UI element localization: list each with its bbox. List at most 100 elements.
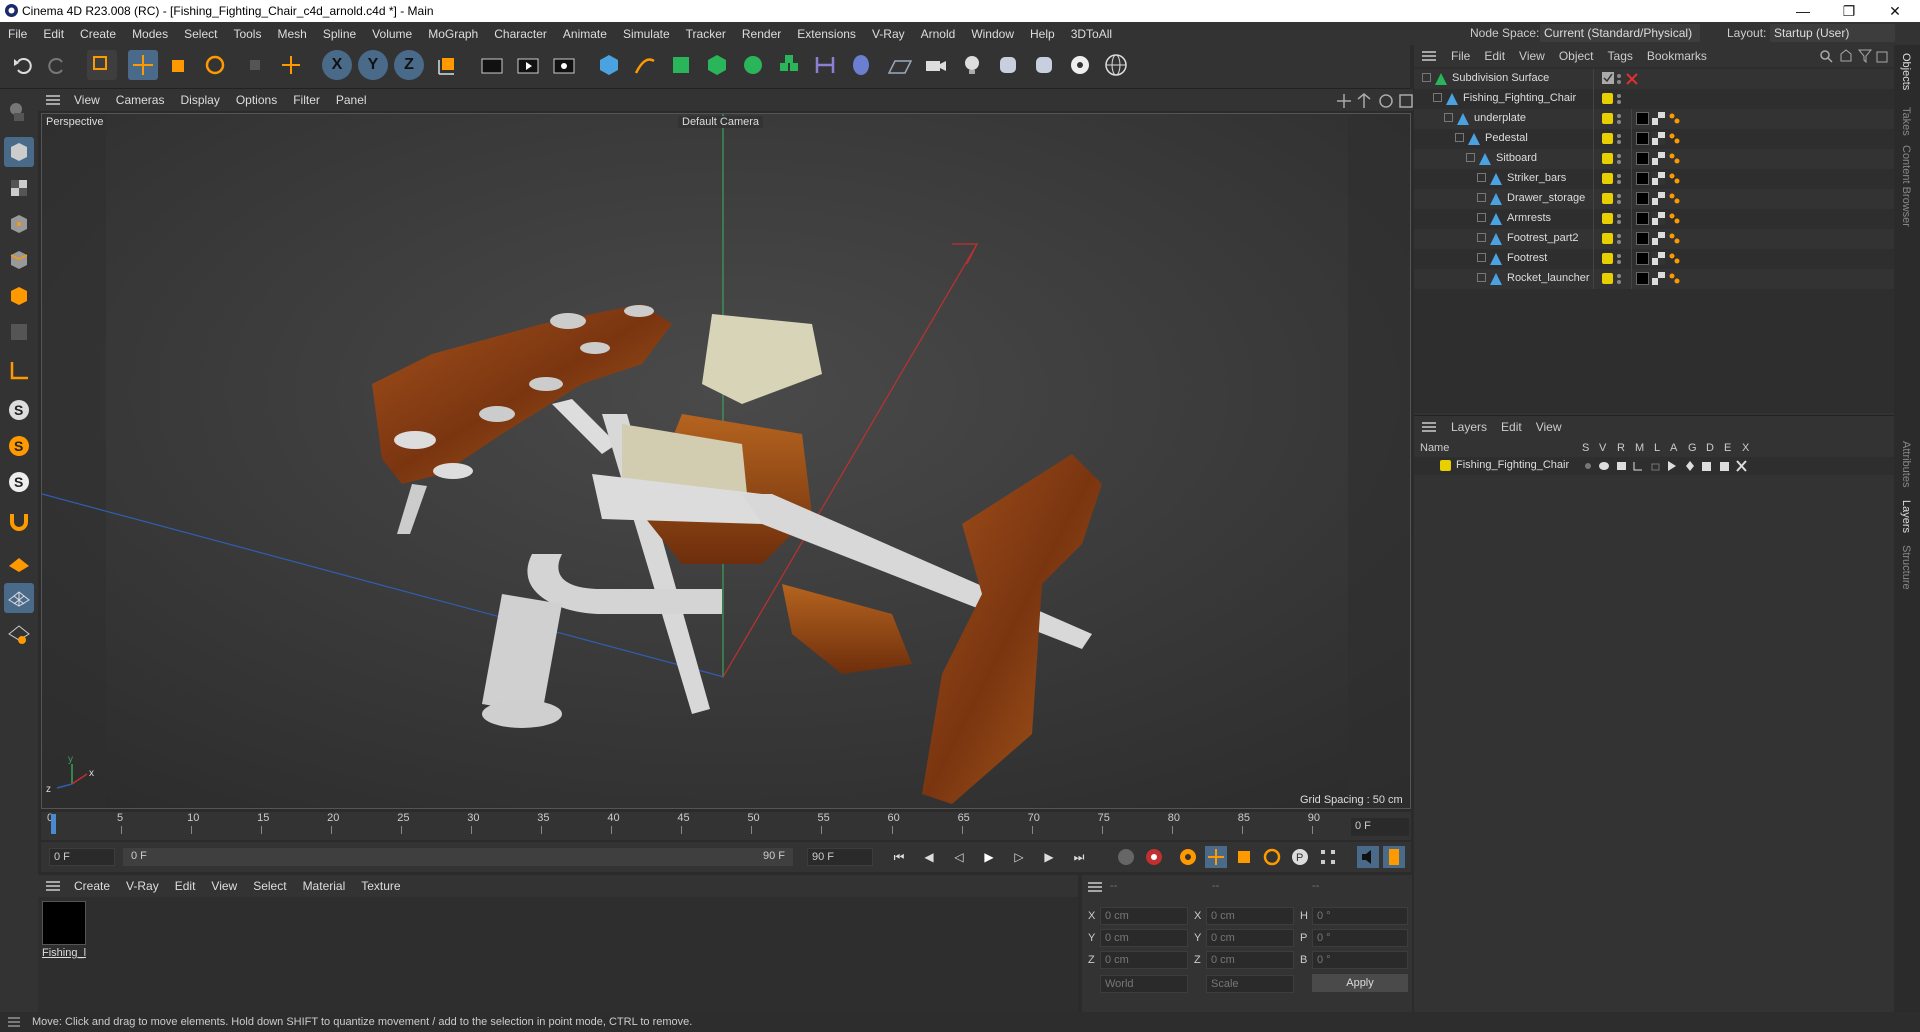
render-settings-button[interactable] bbox=[549, 50, 579, 80]
snap-settings-button[interactable]: S bbox=[4, 431, 34, 461]
editor-visibility-dot[interactable] bbox=[1617, 254, 1621, 258]
object-tree-row[interactable]: Armrests bbox=[1414, 209, 1894, 229]
render-visibility-dot[interactable] bbox=[1617, 120, 1621, 124]
menu-file[interactable]: File bbox=[0, 27, 35, 41]
objects-menu-view[interactable]: View bbox=[1512, 49, 1552, 63]
material-menu-view[interactable]: View bbox=[203, 879, 245, 893]
texture-tag-icon[interactable] bbox=[1652, 152, 1665, 165]
layer-color-indicator[interactable] bbox=[1602, 193, 1613, 204]
material-menu-select[interactable]: Select bbox=[245, 879, 294, 893]
size-y-field[interactable]: 0 cm bbox=[1206, 929, 1294, 947]
material-tag-icon[interactable] bbox=[1636, 272, 1649, 285]
object-tree-row[interactable]: Footrest bbox=[1414, 249, 1894, 269]
expand-toggle-icon[interactable] bbox=[1466, 153, 1475, 162]
live-selection-button[interactable] bbox=[87, 50, 117, 80]
make-editable-button[interactable] bbox=[4, 97, 34, 127]
close-window-button[interactable]: ✕ bbox=[1872, 0, 1918, 22]
object-name[interactable]: Sitboard bbox=[1496, 152, 1537, 164]
x-axis-button[interactable]: X bbox=[322, 50, 352, 80]
keyframe-gear-icon[interactable] bbox=[1177, 846, 1199, 868]
size-z-field[interactable]: 0 cm bbox=[1206, 951, 1294, 969]
layer-color-indicator[interactable] bbox=[1602, 153, 1613, 164]
globe-button[interactable] bbox=[1101, 50, 1131, 80]
arnold-tag-icon[interactable] bbox=[1668, 212, 1681, 225]
object-tree-row[interactable]: Footrest_part2 bbox=[1414, 229, 1894, 249]
editor-visibility-dot[interactable] bbox=[1617, 174, 1621, 178]
menu-select[interactable]: Select bbox=[176, 27, 225, 41]
floor-button[interactable] bbox=[885, 50, 915, 80]
tab-structure[interactable]: Structure bbox=[1900, 545, 1912, 590]
render-visibility-dot[interactable] bbox=[1617, 280, 1621, 284]
hamburger-icon[interactable] bbox=[1422, 50, 1436, 62]
key-rotation-icon[interactable] bbox=[1261, 846, 1283, 868]
layer-color-indicator[interactable] bbox=[1602, 133, 1613, 144]
object-name[interactable]: Subdivision Surface bbox=[1452, 72, 1549, 84]
disable-x-icon[interactable] bbox=[1626, 73, 1638, 85]
point-mode-button[interactable] bbox=[4, 209, 34, 239]
expand-toggle-icon[interactable] bbox=[1477, 233, 1486, 242]
tab-layers[interactable]: Layers bbox=[1900, 500, 1912, 533]
coordinate-mode-dropdown[interactable]: Scale bbox=[1206, 975, 1294, 993]
menu-mesh[interactable]: Mesh bbox=[269, 27, 314, 41]
object-tree-row[interactable]: Pedestal bbox=[1414, 129, 1894, 149]
playhead[interactable] bbox=[51, 814, 56, 834]
snap-button[interactable]: S bbox=[4, 395, 34, 425]
viewport-menu-panel[interactable]: Panel bbox=[328, 93, 375, 107]
expand-toggle-icon[interactable] bbox=[1477, 193, 1486, 202]
object-name[interactable]: Rocket_launcher bbox=[1507, 272, 1590, 284]
sound-icon[interactable] bbox=[1357, 846, 1379, 868]
settings-gear-button[interactable] bbox=[1065, 50, 1095, 80]
render-visibility-dot[interactable] bbox=[1617, 160, 1621, 164]
coordinate-system-button[interactable] bbox=[432, 50, 462, 80]
menu-modes[interactable]: Modes bbox=[124, 27, 176, 41]
deformer-button[interactable] bbox=[810, 50, 840, 80]
maximize-button[interactable]: ❐ bbox=[1826, 0, 1872, 22]
position-y-field[interactable]: 0 cm bbox=[1100, 929, 1188, 947]
uv-mode-button[interactable] bbox=[4, 317, 34, 347]
arnold-tag-icon[interactable] bbox=[1668, 132, 1681, 145]
menu-character[interactable]: Character bbox=[486, 27, 555, 41]
extrude-button[interactable] bbox=[702, 50, 732, 80]
polygon-mode-button[interactable] bbox=[4, 281, 34, 311]
object-tree-row[interactable]: Subdivision Surface bbox=[1414, 69, 1894, 89]
python-button-1[interactable] bbox=[993, 50, 1023, 80]
render-visibility-dot[interactable] bbox=[1617, 180, 1621, 184]
material-tag-icon[interactable] bbox=[1636, 152, 1649, 165]
hamburger-icon[interactable] bbox=[1422, 421, 1436, 433]
viewport-menu-view[interactable]: View bbox=[66, 93, 108, 107]
arnold-tag-icon[interactable] bbox=[1668, 172, 1681, 185]
texture-tag-icon[interactable] bbox=[1652, 252, 1665, 265]
objects-menu-object[interactable]: Object bbox=[1552, 49, 1601, 63]
layer-color-indicator[interactable] bbox=[1602, 273, 1613, 284]
current-frame-field[interactable]: 0 F bbox=[1351, 818, 1409, 836]
texture-tag-icon[interactable] bbox=[1652, 232, 1665, 245]
layers-menu-edit[interactable]: Edit bbox=[1494, 420, 1529, 434]
render-picture-viewer-button[interactable] bbox=[513, 50, 543, 80]
tab-objects[interactable]: Objects bbox=[1900, 53, 1912, 90]
material-menu-create[interactable]: Create bbox=[66, 879, 118, 893]
film-icon[interactable] bbox=[1383, 846, 1405, 868]
prev-frame-button[interactable]: ◁ bbox=[947, 846, 971, 868]
editor-visibility-dot[interactable] bbox=[1617, 274, 1621, 278]
editor-visibility-dot[interactable] bbox=[1617, 74, 1621, 78]
arnold-tag-icon[interactable] bbox=[1668, 272, 1681, 285]
texture-tag-icon[interactable] bbox=[1652, 272, 1665, 285]
arnold-tag-icon[interactable] bbox=[1668, 252, 1681, 265]
material-tag-icon[interactable] bbox=[1636, 112, 1649, 125]
coordinate-space-dropdown[interactable]: World bbox=[1100, 975, 1188, 993]
field-button[interactable] bbox=[846, 50, 876, 80]
texture-tag-icon[interactable] bbox=[1652, 212, 1665, 225]
editor-visibility-dot[interactable] bbox=[1617, 234, 1621, 238]
apply-button[interactable]: Apply bbox=[1312, 974, 1408, 992]
next-key-button[interactable]: ▶ bbox=[1037, 846, 1061, 868]
layout-dropdown[interactable]: Startup (User) bbox=[1770, 24, 1895, 42]
arnold-tag-icon[interactable] bbox=[1668, 232, 1681, 245]
grid-button[interactable] bbox=[4, 583, 34, 613]
material-tag-icon[interactable] bbox=[1636, 212, 1649, 225]
expand-toggle-icon[interactable] bbox=[1455, 133, 1464, 142]
edit-check-icon[interactable] bbox=[1602, 72, 1615, 85]
render-visibility-dot[interactable] bbox=[1617, 80, 1621, 84]
object-name[interactable]: Footrest_part2 bbox=[1507, 232, 1579, 244]
autokey-icon[interactable] bbox=[1115, 846, 1137, 868]
viewport-menu-cameras[interactable]: Cameras bbox=[108, 93, 173, 107]
